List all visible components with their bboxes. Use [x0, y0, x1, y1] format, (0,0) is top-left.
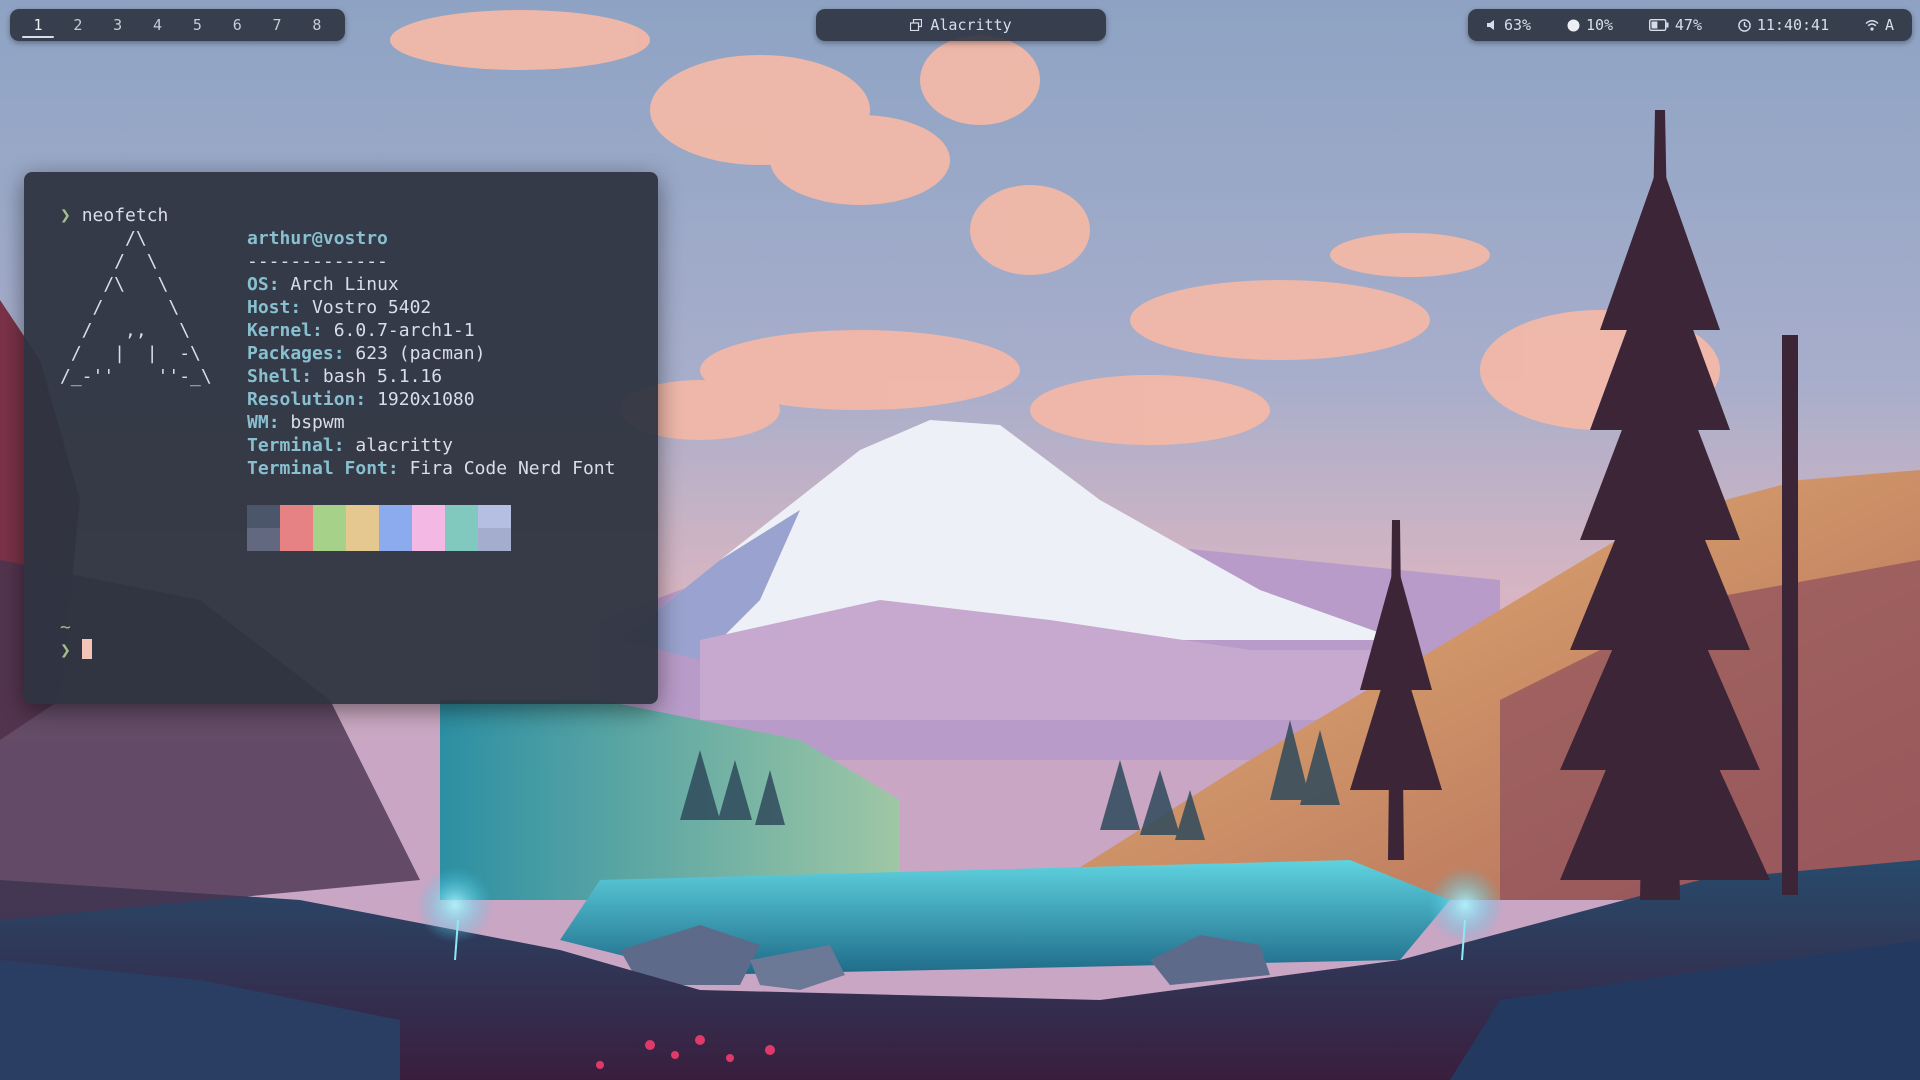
palette-swatch [346, 528, 379, 551]
workspace-8[interactable]: 8 [299, 9, 335, 41]
network-value: A [1884, 16, 1894, 34]
user-host: arthur@vostro [247, 228, 388, 249]
speaker-icon [1487, 20, 1494, 30]
palette-swatch [280, 505, 313, 528]
palette-swatch [478, 528, 511, 551]
info-key: Terminal [247, 435, 334, 456]
info-key: Kernel [247, 320, 313, 341]
cpu-indicator: 10% [1567, 16, 1613, 34]
palette-swatch [379, 505, 412, 528]
palette-swatch [379, 528, 412, 551]
palette-swatch [313, 505, 346, 528]
volume-value: 63% [1504, 16, 1532, 34]
wifi-icon [1865, 20, 1879, 31]
info-value: bspwm [290, 412, 345, 433]
palette-swatch [412, 528, 445, 551]
logo-line: / | | -\ [60, 343, 201, 364]
palette-swatch [247, 505, 280, 528]
window-title-bar: Alacritty [816, 9, 1106, 41]
workspace-6[interactable]: 6 [219, 9, 255, 41]
system-info: arthur@vostro ------------- OS: Arch Lin… [247, 227, 615, 480]
clock-value: 11:40:41 [1756, 16, 1830, 34]
logo-line: / \ [60, 251, 158, 272]
battery-icon [1648, 19, 1669, 31]
palette-swatch [247, 528, 280, 551]
palette-swatch [445, 528, 478, 551]
palette-swatch [412, 505, 445, 528]
info-key: OS [247, 274, 269, 295]
workspace-5[interactable]: 5 [179, 9, 215, 41]
volume-indicator[interactable]: 63% [1486, 16, 1531, 34]
info-row: Terminal Font: Fira Code Nerd Font [247, 458, 616, 479]
info-key: Shell [247, 366, 302, 387]
battery-indicator: 47% [1648, 16, 1702, 34]
info-row: Kernel: 6.0.7-arch1-1 [247, 320, 475, 341]
text-cursor [81, 639, 92, 659]
command-text: neofetch [81, 205, 169, 226]
palette-swatch [478, 505, 511, 528]
workspace-switcher: 12345678 [10, 9, 345, 41]
info-key: Host [247, 297, 291, 318]
battery-value: 47% [1674, 16, 1702, 34]
info-row: WM: bspwm [247, 412, 345, 433]
palette-swatch [346, 505, 379, 528]
command-line: ❯ neofetch [60, 204, 168, 227]
info-row: Shell: bash 5.1.16 [247, 366, 443, 387]
workspace-3[interactable]: 3 [100, 9, 136, 41]
status-bar: 63% 10% 47% 11:40:41 A [1468, 9, 1912, 41]
prompt-symbol: ❯ [60, 640, 71, 661]
logo-line: /_-'' ''-_\ [60, 366, 212, 387]
separator: ------------- [247, 251, 388, 272]
info-value: Fira Code Nerd Font [409, 458, 616, 479]
info-key: Terminal Font [247, 458, 388, 479]
info-row: Resolution: 1920x1080 [247, 389, 475, 410]
info-value: alacritty [355, 435, 453, 456]
palette-swatch [280, 528, 313, 551]
info-key: Packages [247, 343, 334, 364]
info-row: Host: Vostro 5402 [247, 297, 432, 318]
cpu-value: 10% [1585, 16, 1614, 34]
info-value: 1920x1080 [377, 389, 475, 410]
logo-line: / \ [60, 297, 180, 318]
logo-line: / ,, \ [60, 320, 191, 341]
workspace-1[interactable]: 1 [20, 9, 56, 41]
workspace-2[interactable]: 2 [60, 9, 96, 41]
palette-swatch [313, 528, 346, 551]
cwd-indicator: ~ [60, 617, 71, 638]
circle-icon [1567, 19, 1580, 31]
info-value: bash 5.1.16 [322, 366, 443, 387]
terminal-window[interactable]: ❯ neofetch /\ / \ /\ \ / \ / ,, \ / | | … [24, 172, 658, 704]
info-row: Packages: 623 (pacman) [247, 343, 486, 364]
info-value: Arch Linux [290, 274, 399, 295]
focused-window-title: Alacritty [930, 16, 1012, 34]
prompt-symbol: ❯ [60, 205, 71, 226]
palette-swatch [445, 505, 478, 528]
window-icon [910, 19, 923, 31]
info-value: 623 (pacman) [355, 343, 486, 364]
workspace-4[interactable]: 4 [140, 9, 176, 41]
arch-logo-ascii: /\ / \ /\ \ / \ / ,, \ / | | -\/_-'' ''-… [60, 227, 212, 388]
info-row: OS: Arch Linux [247, 274, 399, 295]
workspace-7[interactable]: 7 [259, 9, 295, 41]
logo-line: /\ \ [60, 274, 169, 295]
info-key: WM [247, 412, 269, 433]
clock-indicator: 11:40:41 [1738, 16, 1829, 34]
input-line[interactable]: ❯ [60, 639, 92, 662]
color-palette [247, 505, 511, 551]
info-row: Terminal: alacritty [247, 435, 453, 456]
info-key: Resolution [247, 389, 356, 410]
info-value: Vostro 5402 [312, 297, 432, 318]
clock-icon [1738, 18, 1751, 32]
logo-line: /\ [60, 228, 147, 249]
network-indicator[interactable]: A [1865, 16, 1894, 34]
info-value: 6.0.7-arch1-1 [333, 320, 475, 341]
